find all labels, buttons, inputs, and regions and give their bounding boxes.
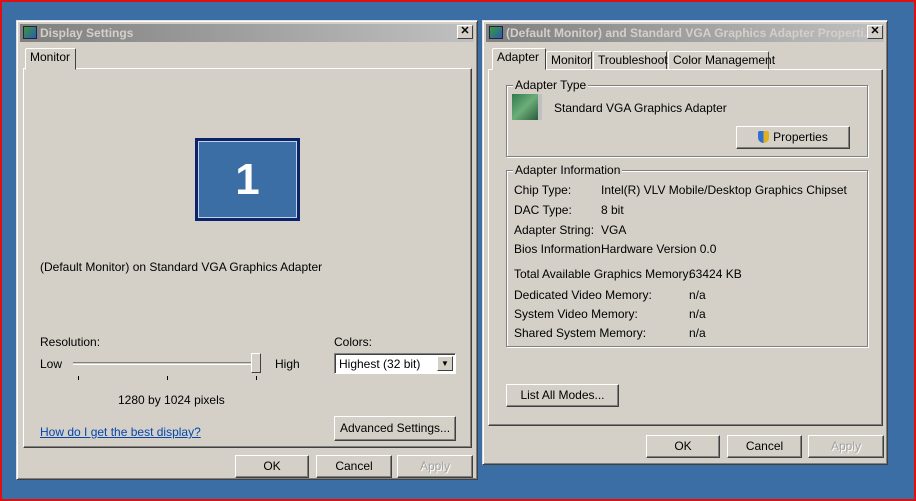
monitor-1-preview[interactable]: 1	[195, 138, 300, 221]
shared-memory-label: Shared System Memory:	[514, 326, 647, 340]
adapter-info-group: Adapter Information Chip Type: Intel(R) …	[506, 163, 868, 347]
slider-tick	[256, 376, 257, 380]
system-memory-value: n/a	[689, 307, 706, 321]
dac-type-label: DAC Type:	[514, 203, 572, 217]
bios-info-value: Hardware Version 0.0	[601, 242, 717, 256]
apply-button[interactable]: Apply	[808, 435, 884, 458]
close-icon: ✕	[870, 25, 880, 37]
colors-label: Colors:	[334, 335, 373, 349]
dedicated-memory-value: n/a	[689, 288, 706, 302]
graphics-card-icon	[512, 94, 542, 120]
chip-type-label: Chip Type:	[514, 183, 572, 197]
system-memory-label: System Video Memory:	[514, 307, 638, 321]
dedicated-memory-label: Dedicated Video Memory:	[514, 288, 652, 302]
total-memory-value: 63424 KB	[689, 267, 742, 281]
resolution-label: Resolution:	[40, 335, 101, 349]
display-properties-icon	[489, 26, 503, 39]
ok-button[interactable]: OK	[235, 455, 309, 478]
window-title: (Default Monitor) and Standard VGA Graph…	[506, 26, 874, 40]
apply-button[interactable]: Apply	[397, 455, 473, 478]
colors-select[interactable]: Highest (32 bit) ▼	[334, 353, 456, 374]
slider-tick	[78, 376, 79, 380]
shared-memory-value: n/a	[689, 326, 706, 340]
resolution-slider-thumb[interactable]	[251, 353, 261, 373]
properties-button[interactable]: Properties	[736, 126, 850, 149]
tab-troubleshoot[interactable]: Troubleshoot	[593, 51, 668, 70]
adapter-name: Standard VGA Graphics Adapter	[554, 101, 727, 115]
slider-tick	[167, 376, 168, 380]
adapter-properties-dialog: (Default Monitor) and Standard VGA Graph…	[482, 20, 888, 465]
properties-label: Properties	[773, 130, 828, 144]
low-label: Low	[40, 357, 63, 371]
chip-type-value: Intel(R) VLV Mobile/Desktop Graphics Chi…	[601, 183, 847, 197]
cancel-button[interactable]: Cancel	[316, 455, 392, 478]
monitor-number: 1	[198, 141, 297, 218]
close-button[interactable]: ✕	[457, 25, 473, 39]
tab-monitor[interactable]: Monitor	[25, 48, 76, 70]
ok-button[interactable]: OK	[646, 435, 720, 458]
adapter-info-label: Adapter Information	[513, 163, 623, 177]
list-all-modes-button[interactable]: List All Modes...	[506, 384, 619, 407]
tab-adapter[interactable]: Adapter	[492, 48, 546, 70]
display-settings-dialog: Display Settings ✕ Monitor 1 (Default Mo…	[16, 20, 478, 480]
bios-info-label: Bios Information:	[514, 242, 605, 256]
dac-type-value: 8 bit	[601, 203, 624, 217]
title-bar[interactable]: (Default Monitor) and Standard VGA Graph…	[486, 24, 884, 42]
total-memory-label: Total Available Graphics Memory:	[514, 267, 692, 281]
adapter-type-group: Adapter Type Standard VGA Graphics Adapt…	[506, 78, 868, 157]
window-title: Display Settings	[40, 26, 134, 40]
shield-icon	[758, 131, 770, 143]
chevron-down-icon[interactable]: ▼	[437, 356, 453, 371]
tab-color-management[interactable]: Color Management	[668, 51, 775, 70]
help-link[interactable]: How do I get the best display?	[40, 425, 201, 439]
high-label: High	[275, 357, 300, 371]
adapter-panel: Adapter Type Standard VGA Graphics Adapt…	[488, 69, 883, 426]
monitor-panel: 1 (Default Monitor) on Standard VGA Grap…	[23, 68, 472, 448]
adapter-type-label: Adapter Type	[513, 78, 589, 92]
close-icon: ✕	[460, 25, 470, 37]
resolution-value: 1280 by 1024 pixels	[118, 393, 225, 407]
close-button[interactable]: ✕	[867, 25, 883, 39]
monitor-description: (Default Monitor) on Standard VGA Graphi…	[40, 260, 323, 274]
colors-selected-value: Highest (32 bit)	[339, 357, 421, 371]
resolution-slider-track[interactable]	[73, 362, 260, 365]
adapter-string-value: VGA	[601, 223, 627, 237]
display-settings-icon	[23, 26, 37, 39]
tab-monitor[interactable]: Monitor	[546, 51, 592, 70]
adapter-string-label: Adapter String:	[514, 223, 595, 237]
title-bar[interactable]: Display Settings	[20, 24, 474, 42]
advanced-settings-button[interactable]: Advanced Settings...	[334, 416, 456, 441]
cancel-button[interactable]: Cancel	[727, 435, 802, 458]
